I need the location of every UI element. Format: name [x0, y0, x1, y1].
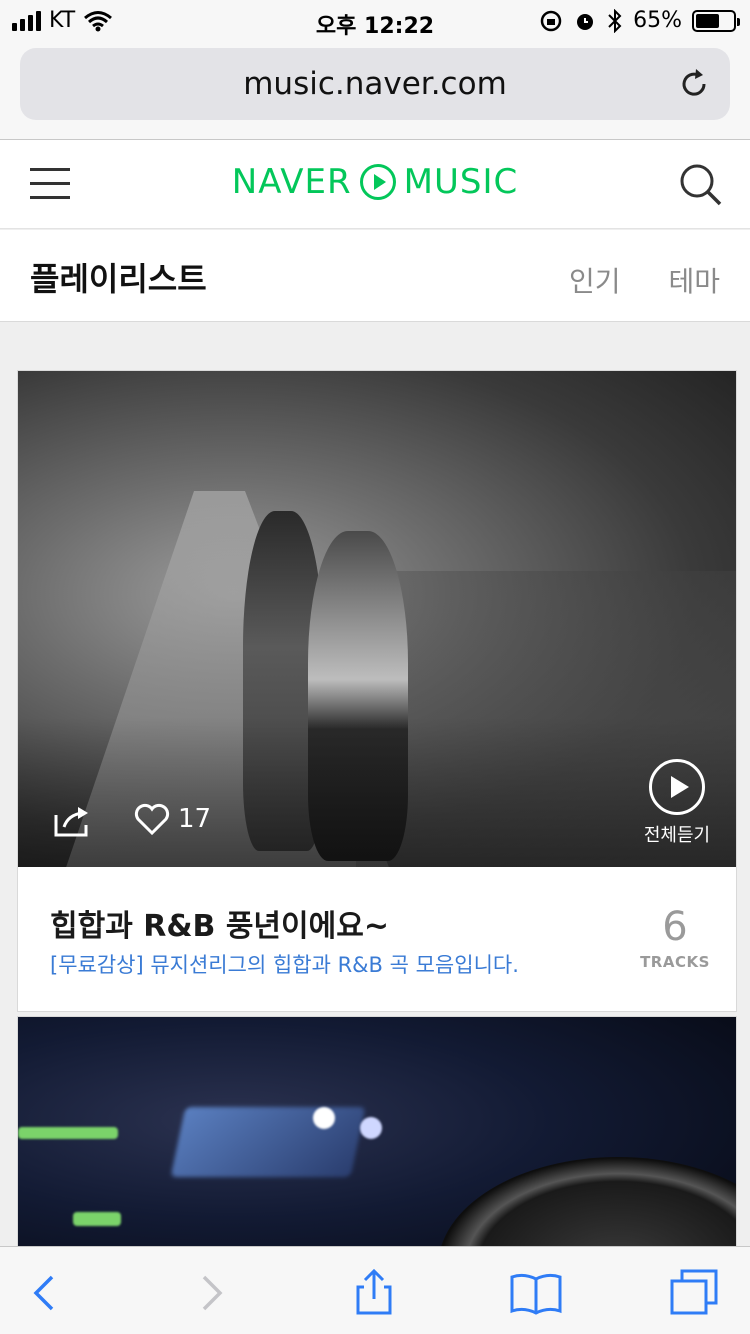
playlist-card[interactable]: [17, 1016, 737, 1246]
like-count: 17: [178, 804, 212, 834]
logo-naver: NAVER: [231, 162, 352, 202]
play-all-button[interactable]: 전체듣기: [642, 759, 712, 847]
tabs-icon[interactable]: [668, 1269, 720, 1317]
status-right: 65%: [539, 8, 740, 33]
tab-theme[interactable]: 테마: [668, 260, 720, 300]
naver-music-logo[interactable]: NAVER MUSIC: [0, 162, 750, 202]
track-count-badge: 6 TRACKS: [640, 907, 710, 971]
section-title: 플레이리스트: [30, 260, 207, 298]
rotation-lock-icon: [540, 10, 562, 31]
share-icon[interactable]: [52, 803, 92, 839]
logo-play-icon: [359, 164, 396, 200]
section-tabs: 인기 테마: [569, 260, 720, 300]
back-icon[interactable]: [22, 1269, 70, 1317]
alarm-icon: [577, 13, 594, 30]
battery-fill: [696, 13, 720, 28]
forward-icon[interactable]: [186, 1269, 234, 1317]
track-count: 6: [662, 904, 688, 950]
heart-icon: [134, 803, 170, 835]
like-button[interactable]: 17: [134, 803, 211, 835]
battery-icon: [692, 9, 740, 32]
site-header: NAVER MUSIC: [0, 140, 750, 229]
playlist-cover-image[interactable]: [18, 1017, 736, 1246]
address-bar[interactable]: music.naver.com: [20, 48, 730, 120]
playlist-cover-image[interactable]: 17 전체듣기: [18, 371, 736, 867]
search-icon[interactable]: [678, 162, 722, 206]
share-icon[interactable]: [350, 1269, 398, 1317]
battery-percent: 65%: [633, 8, 682, 33]
bluetooth-icon: [608, 8, 622, 33]
tracks-label: TRACKS: [640, 953, 710, 971]
playlist-info[interactable]: 힙합과 R&B 풍년이에요~ [무료감상] 뮤지션리그의 힙합과 R&B 곡 모…: [18, 867, 736, 1011]
playlist-card[interactable]: 17 전체듣기 힙합과 R&B 풍년이에요~ [무료감상] 뮤지션리그의 힙합과…: [17, 370, 737, 1012]
logo-music: MUSIC: [403, 162, 519, 202]
playlist-list: 17 전체듣기 힙합과 R&B 풍년이에요~ [무료감상] 뮤지션리그의 힙합과…: [0, 322, 750, 1246]
reload-icon[interactable]: [676, 66, 712, 102]
play-icon: [649, 759, 705, 815]
playlist-title: 힙합과 R&B 풍년이에요~: [50, 909, 389, 944]
browser-chrome: music.naver.com: [0, 42, 750, 140]
browser-toolbar: [0, 1246, 750, 1334]
bookmarks-icon[interactable]: [508, 1269, 564, 1317]
status-bar: KT 오후 12:22 65%: [0, 0, 750, 42]
section-header: 플레이리스트 인기 테마: [0, 230, 750, 322]
playlist-description: [무료감상] 뮤지션리그의 힙합과 R&B 곡 모음입니다.: [50, 953, 519, 977]
play-all-label: 전체듣기: [643, 825, 711, 846]
tab-popular[interactable]: 인기: [569, 260, 621, 300]
url-text: music.naver.com: [243, 66, 507, 102]
